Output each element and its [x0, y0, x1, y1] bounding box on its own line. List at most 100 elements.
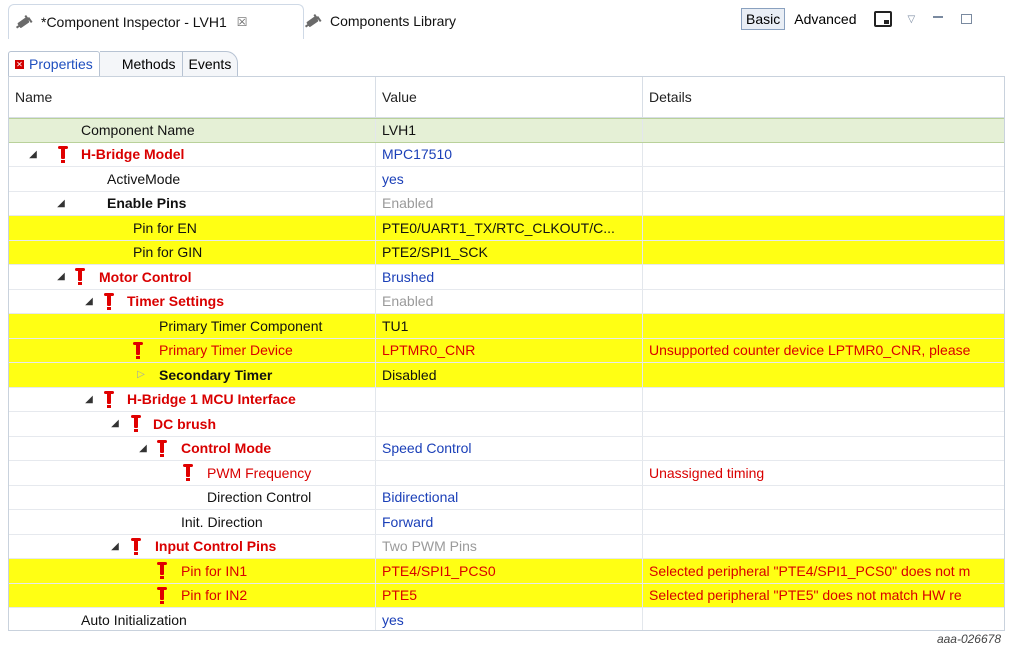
column-header-name[interactable]: Name	[9, 77, 376, 117]
view-menu-icon[interactable]: ▽	[908, 14, 916, 25]
layout-icon[interactable]	[873, 11, 892, 27]
collapse-toggle-icon[interactable]: ◢	[55, 271, 67, 282]
property-details	[643, 143, 1004, 167]
table-row[interactable]: ActiveMode yes	[9, 167, 1004, 192]
property-value[interactable]: Speed Control	[376, 436, 643, 460]
property-details	[643, 412, 1004, 436]
tab-label: Methods	[121, 56, 176, 72]
property-value[interactable]: LPTMR0_CNR	[376, 338, 643, 362]
property-details	[643, 119, 1004, 142]
view-tab-bar: *Component Inspector - LVH1 ☒ Components…	[0, 0, 1013, 40]
property-name: DC brush	[153, 415, 216, 432]
collapse-toggle-icon[interactable]: ◢	[27, 149, 39, 160]
property-value[interactable]: Disabled	[376, 363, 643, 387]
property-details	[643, 241, 1004, 265]
property-value[interactable]: Forward	[376, 510, 643, 534]
tab-components-library[interactable]: Components Library	[298, 4, 524, 38]
table-row[interactable]: Pin for EN PTE0/UART1_TX/RTC_CLKOUT/C...	[9, 216, 1004, 241]
property-name: Timer Settings	[127, 293, 224, 310]
table-row[interactable]: Component Name LVH1	[9, 118, 1004, 143]
property-value[interactable]: MPC17510	[376, 142, 643, 166]
collapse-toggle-icon[interactable]: ◢	[83, 296, 95, 307]
table-row[interactable]: PWM Frequency Unassigned timing	[9, 461, 1004, 486]
property-value[interactable]: Enabled	[376, 191, 643, 215]
table-row[interactable]: Pin for GIN PTE2/SPI1_SCK	[9, 240, 1004, 265]
property-name: Auto Initialization	[81, 611, 187, 628]
component-plug-icon	[304, 13, 322, 28]
table-row[interactable]: Pin for IN1 PTE4/SPI1_PCS0 Selected peri…	[9, 559, 1004, 584]
property-value[interactable]: yes	[376, 608, 643, 630]
collapse-toggle-icon[interactable]: ◢	[137, 443, 149, 454]
tab-methods[interactable]: Methods	[99, 51, 183, 76]
error-exclamation-icon	[129, 537, 143, 556]
table-row[interactable]: Init. Direction Forward	[9, 510, 1004, 535]
property-value[interactable]: Brushed	[376, 265, 643, 289]
column-header-details[interactable]: Details	[643, 77, 1004, 117]
table-row[interactable]: Auto Initialization yes	[9, 608, 1004, 630]
table-row[interactable]: ◢ Input Control Pins Two PWM Pins	[9, 534, 1004, 559]
basic-mode-button[interactable]: Basic	[741, 8, 786, 30]
column-header-value[interactable]: Value	[376, 77, 643, 117]
property-value[interactable]: PTE0/UART1_TX/RTC_CLKOUT/C...	[376, 216, 643, 240]
property-details	[643, 608, 1004, 630]
property-value[interactable]: Bidirectional	[376, 485, 643, 509]
tab-events[interactable]: Events	[182, 51, 239, 76]
table-row[interactable]: Primary Timer Component TU1	[9, 314, 1004, 339]
property-value[interactable]: PTE4/SPI1_PCS0	[376, 559, 643, 583]
error-exclamation-icon	[155, 439, 169, 458]
property-details: Selected peripheral "PTE5" does not matc…	[649, 587, 962, 604]
error-exclamation-icon	[102, 390, 116, 409]
collapse-toggle-icon[interactable]: ◢	[109, 418, 121, 429]
property-value[interactable]	[376, 387, 643, 411]
property-name: Pin for EN	[133, 219, 197, 236]
tab-title: Components Library	[330, 13, 457, 29]
property-value[interactable]: PTE5	[376, 583, 643, 607]
table-row[interactable]: ◢ Timer Settings Enabled	[9, 289, 1004, 314]
minimize-icon[interactable]	[933, 16, 944, 18]
collapse-toggle-icon[interactable]: ◢	[109, 541, 121, 552]
tab-title: *Component Inspector - LVH1	[41, 14, 227, 30]
close-icon[interactable]: ☒	[237, 15, 248, 29]
property-value[interactable]: LVH1	[376, 119, 643, 142]
table-row[interactable]: ◢ H-Bridge 1 MCU Interface	[9, 387, 1004, 412]
figure-id-label: aaa-026678	[936, 632, 1001, 646]
property-details	[643, 363, 1004, 387]
property-value[interactable]	[376, 412, 643, 436]
error-exclamation-icon	[181, 464, 195, 482]
property-details	[643, 192, 1004, 216]
property-value[interactable]: yes	[376, 167, 643, 191]
expand-toggle-icon[interactable]: ▷	[135, 369, 147, 380]
table-row[interactable]: Primary Timer Device LPTMR0_CNR Unsuppor…	[9, 338, 1004, 363]
property-name: Control Mode	[181, 440, 272, 457]
table-row[interactable]: ◢ DC brush	[9, 412, 1004, 437]
property-details	[643, 265, 1004, 289]
table-row[interactable]: ◢ Enable Pins Enabled	[9, 191, 1004, 216]
error-exclamation-icon	[155, 586, 169, 605]
advanced-mode-button[interactable]: Advanced	[789, 8, 861, 30]
property-value[interactable]: PTE2/SPI1_SCK	[376, 240, 643, 264]
tab-component-inspector[interactable]: *Component Inspector - LVH1 ☒	[8, 4, 304, 39]
property-details	[643, 167, 1004, 191]
tab-properties[interactable]: ✕ Properties	[8, 51, 100, 76]
property-value[interactable]: Two PWM Pins	[376, 534, 643, 558]
property-details	[643, 314, 1004, 338]
error-exclamation-icon	[56, 145, 70, 164]
table-row[interactable]: ▷ Secondary Timer Disabled	[9, 363, 1004, 388]
property-details: Unassigned timing	[649, 464, 765, 481]
tab-label: Events	[188, 56, 232, 72]
property-name: Pin for IN1	[181, 562, 248, 579]
table-row[interactable]: Direction Control Bidirectional	[9, 485, 1004, 510]
table-row[interactable]: ◢ Control Mode Speed Control	[9, 436, 1004, 461]
property-value[interactable]: TU1	[376, 314, 643, 338]
error-exclamation-icon	[73, 268, 87, 286]
table-row[interactable]: Pin for IN2 PTE5 Selected peripheral "PT…	[9, 583, 1004, 608]
maximize-icon[interactable]	[961, 14, 973, 24]
property-value[interactable]: Enabled	[376, 289, 643, 313]
collapse-toggle-icon[interactable]: ◢	[83, 394, 95, 405]
table-row[interactable]: ◢ H-Bridge Model MPC17510	[9, 142, 1004, 167]
table-row[interactable]: ◢ Motor Control Brushed	[9, 265, 1004, 290]
collapse-toggle-icon[interactable]: ◢	[55, 198, 67, 209]
error-exclamation-icon	[129, 415, 143, 433]
property-value[interactable]	[376, 461, 643, 485]
property-name: Direction Control	[207, 489, 312, 506]
